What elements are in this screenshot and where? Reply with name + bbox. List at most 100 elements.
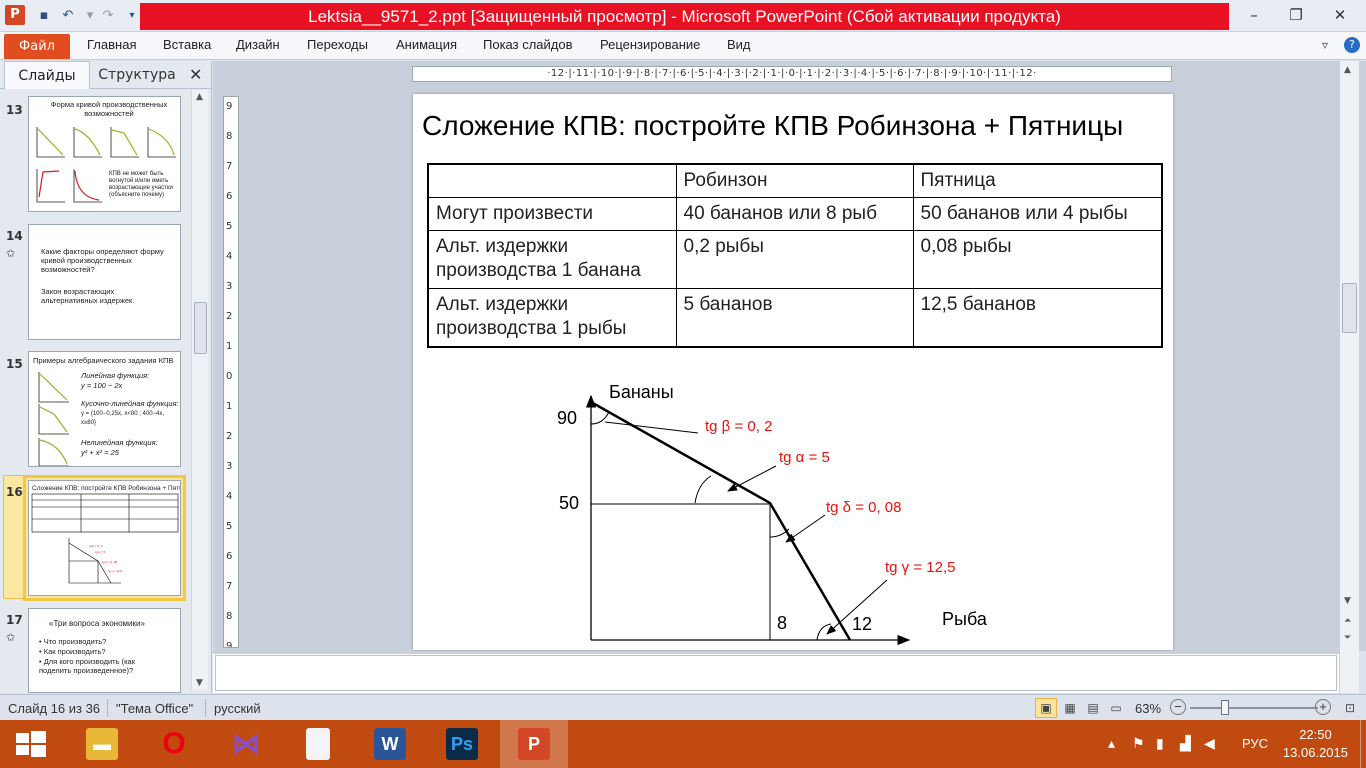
slide-sorter-icon[interactable]: ▦ — [1059, 698, 1081, 718]
tab-transitions[interactable]: Переходы — [307, 37, 368, 52]
undo-icon[interactable]: ↶ — [58, 6, 78, 26]
tab-review[interactable]: Рецензирование — [600, 37, 700, 52]
undo-dropdown-icon[interactable]: ▾ — [80, 6, 100, 26]
ppf-graph[interactable]: Бананы Рыба 90 50 8 12 tg β = 0, 2 tg α … — [413, 94, 1173, 650]
slide-thumbnail-17[interactable]: «Три вопроса экономики» • Что производит… — [28, 608, 181, 693]
slide-thumbnail-15[interactable]: Примеры алгебраического задания КПВ Лине… — [28, 351, 181, 467]
volume-icon[interactable]: ◀ — [1204, 735, 1215, 752]
panel-tabs: Слайды Структура ✕ — [0, 61, 212, 89]
minimize-button[interactable]: – — [1232, 4, 1276, 28]
scroll-down-icon[interactable]: ▼ — [196, 678, 203, 688]
tab-file[interactable]: Файл — [4, 34, 70, 59]
reading-view-icon[interactable]: ▤ — [1082, 698, 1104, 718]
maximize-button[interactable]: ❐ — [1274, 4, 1318, 28]
taskbar-app-document[interactable] — [284, 720, 352, 768]
zoom-slider-thumb[interactable] — [1221, 700, 1229, 715]
input-language[interactable]: РУС — [1242, 736, 1268, 751]
window-title: Lektsia__9571_2.ppt [Защищенный просмотр… — [308, 7, 1061, 26]
ruler-number: 5 — [226, 221, 233, 232]
language-indicator[interactable]: русский — [214, 701, 261, 716]
slideshow-icon[interactable]: ▭ — [1105, 698, 1127, 718]
tab-design[interactable]: Дизайн — [236, 37, 280, 52]
panel-close-icon[interactable]: ✕ — [189, 65, 202, 84]
clock[interactable]: 22:50 13.06.2015 — [1283, 726, 1348, 762]
thumb-number: 16 — [6, 485, 23, 499]
tab-home[interactable]: Главная — [87, 37, 136, 52]
windows-logo-icon — [16, 731, 46, 757]
taskbar-app-photoshop[interactable]: Ps — [428, 720, 496, 768]
slide-thumbnail-14[interactable]: Какие факторы определяют форму кривой пр… — [28, 224, 181, 340]
taskbar-app-visualstudio[interactable]: ⋈ — [212, 720, 280, 768]
scroll-up-icon[interactable]: ▲ — [196, 92, 203, 102]
tab-slides[interactable]: Слайды — [4, 61, 90, 89]
ruler-number: 1 — [226, 341, 233, 352]
tab-outline[interactable]: Структура — [94, 61, 180, 89]
scroll-thumb[interactable] — [194, 302, 207, 354]
y-axis-label: Бананы — [609, 382, 674, 402]
zoom-out-button[interactable]: − — [1170, 699, 1186, 715]
tray-expand-icon[interactable]: ▴ — [1108, 735, 1115, 752]
thumb-note: КПВ не может быть вогнутой и/или иметь в… — [109, 171, 173, 198]
close-button[interactable]: ✕ — [1318, 4, 1362, 28]
tab-insert[interactable]: Вставка — [163, 37, 211, 52]
normal-view-icon[interactable]: ▣ — [1035, 698, 1057, 718]
taskbar-app-opera[interactable]: O — [140, 720, 208, 768]
scroll-up-icon[interactable]: ▲ — [1344, 65, 1351, 75]
scroll-thumb[interactable] — [1342, 283, 1357, 333]
taskbar-app-explorer[interactable]: ▬ — [68, 720, 136, 768]
taskbar-app-powerpoint[interactable]: P — [500, 720, 568, 768]
tab-view[interactable]: Вид — [727, 37, 751, 52]
thumb-table-graph: tg β = 0, 2 tg α = 5 tg δ = 0, 08 tg γ = 12… — [31, 493, 179, 584]
next-slide-icon[interactable]: ⏷ — [1344, 633, 1351, 643]
ruler-number: 8 — [226, 611, 233, 622]
editor-scrollbar[interactable]: ▲ ▼ ⏶ ⏷ — [1339, 61, 1359, 693]
annotation-tg-gamma: tg γ = 12,5 — [885, 559, 955, 576]
x-tick: 12 — [852, 614, 872, 634]
powerpoint-icon: P — [518, 728, 550, 760]
tab-animations[interactable]: Анимация — [396, 37, 457, 52]
ruler-number: 2 — [226, 431, 233, 442]
tab-slideshow[interactable]: Показ слайдов — [483, 37, 573, 52]
previous-slide-icon[interactable]: ⏶ — [1344, 616, 1351, 626]
notes-input[interactable] — [215, 655, 1337, 691]
scroll-down-icon[interactable]: ▼ — [1344, 596, 1351, 606]
vs-icon: ⋈ — [232, 728, 260, 759]
vertical-ruler[interactable]: 9 8 7 6 5 4 3 2 1 0 1 2 3 4 5 6 7 8 9 — [223, 96, 239, 648]
redo-icon[interactable]: ↷ — [98, 6, 118, 26]
fit-to-window-icon[interactable]: ⊡ — [1339, 698, 1361, 718]
zoom-level[interactable]: 63% — [1135, 701, 1161, 716]
save-icon[interactable]: ▪ — [34, 6, 54, 26]
action-center-flag-icon[interactable]: ⚑ — [1132, 735, 1145, 752]
help-icon[interactable]: ? — [1344, 37, 1360, 53]
slide-thumbnail-16[interactable]: Сложение КПВ: постройте КПВ Робинзона + … — [23, 475, 186, 601]
thumb-item: Кусочно-линейная функция: — [81, 399, 179, 408]
slide-canvas[interactable]: Сложение КПВ: постройте КПВ Робинзона + … — [413, 94, 1173, 650]
ruler-number: 9 — [226, 101, 233, 112]
reference-lines — [591, 503, 771, 640]
slide-thumbnail-13[interactable]: Форма кривой производственных возможност… — [28, 96, 181, 212]
show-desktop-button[interactable] — [1360, 720, 1366, 768]
thumb-title: «Три вопроса экономики» — [49, 619, 145, 628]
theme-name[interactable]: "Тема Office" — [116, 701, 193, 716]
slides-panel: Слайды Структура ✕ 13 Форма кривой произ… — [0, 61, 212, 693]
title-bar: P ▪ ↶ ▾ ↷ ▾ Lektsia__9571_2.ppt [Защищен… — [0, 0, 1366, 32]
ruler-number: 5 — [226, 521, 233, 532]
thumb-item-text: Для кого производить (как поделить произ… — [39, 657, 136, 675]
taskbar-app-word[interactable]: W — [356, 720, 424, 768]
battery-icon[interactable]: ▮ — [1156, 735, 1164, 752]
start-button[interactable] — [0, 720, 62, 768]
ruler-number: 6 — [226, 191, 233, 202]
zoom-in-button[interactable]: + — [1315, 699, 1331, 715]
thumb-formula: y = {100−0,25x, x<80 ; 400−4x, x≥80} — [81, 411, 165, 426]
horizontal-ruler[interactable]: ·12·|·11·|·10·|·9·|·8·|·7·|·6·|·5·|·4·|·… — [412, 66, 1172, 82]
powerpoint-app-icon[interactable]: P — [5, 5, 25, 25]
thumb-line: Какие факторы определяют форму кривой пр… — [41, 247, 164, 274]
network-icon[interactable]: ▟ — [1180, 735, 1191, 752]
thumb-item: Нелинейная функция: — [81, 438, 158, 447]
word-icon: W — [374, 728, 406, 760]
customize-qat-icon[interactable]: ▾ — [122, 6, 142, 26]
ribbon-collapse-icon[interactable]: ▿ — [1322, 38, 1328, 52]
x-axis-label: Рыба — [942, 609, 988, 629]
slides-panel-scrollbar[interactable]: ▲ ▼ — [191, 90, 208, 690]
zoom-slider[interactable] — [1190, 707, 1318, 709]
